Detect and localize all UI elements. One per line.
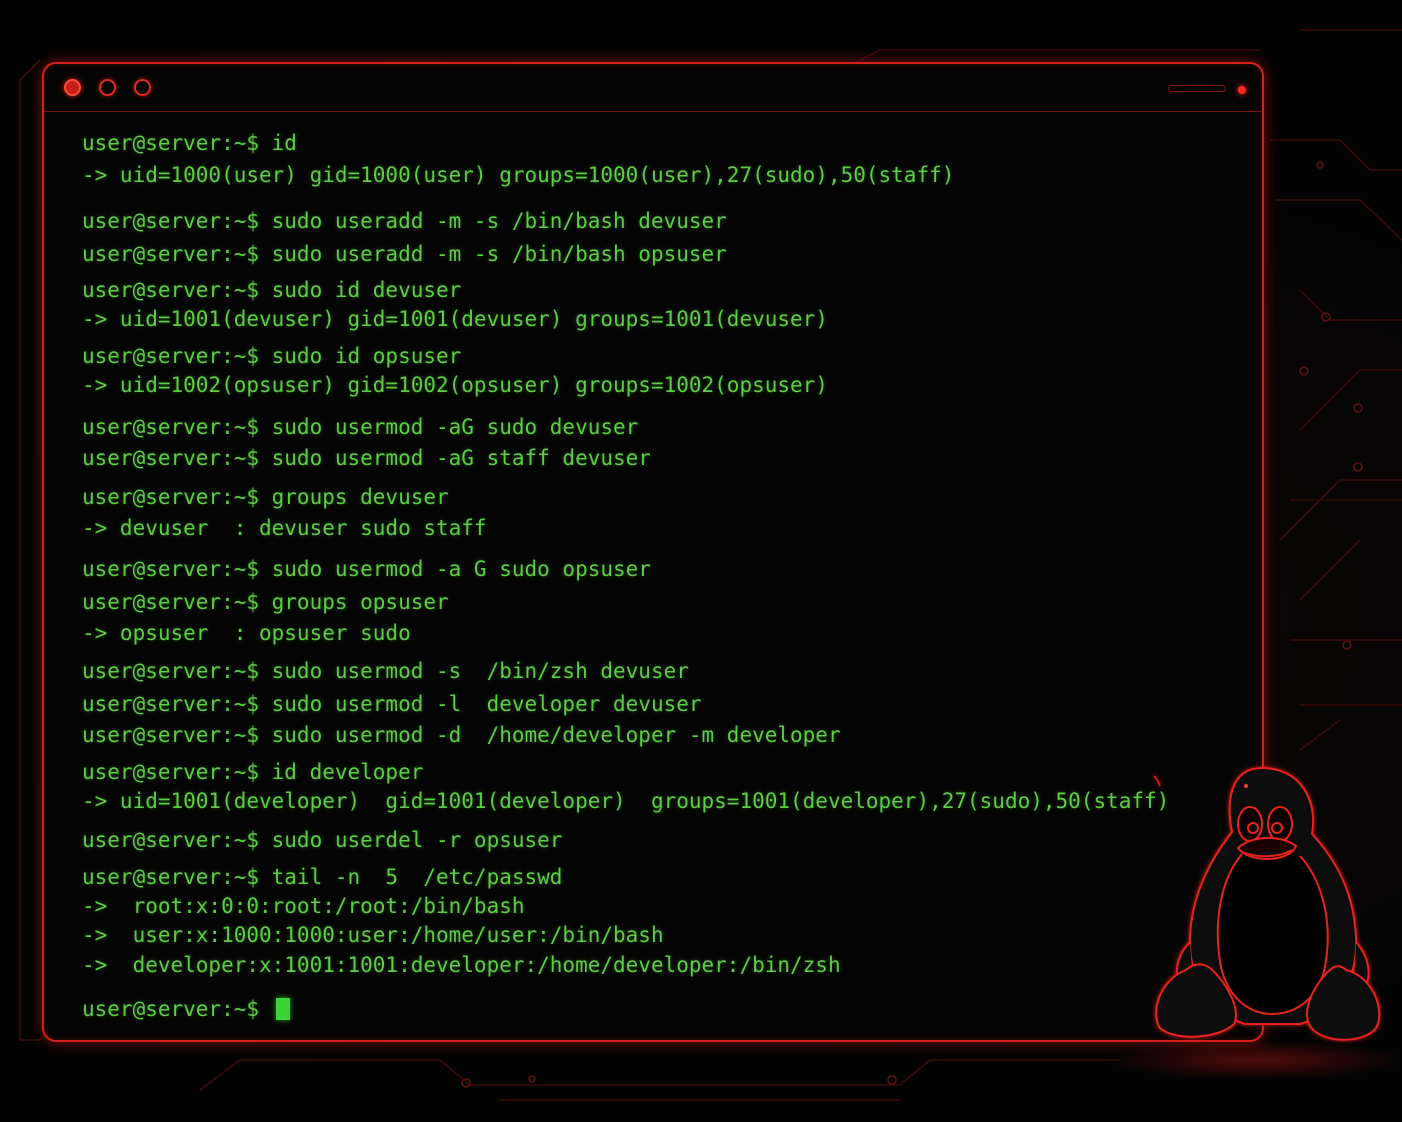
terminal-line: -> root:x:0:0:root:/root:/bin/bash: [82, 894, 525, 918]
terminal-line: user@server:~$ sudo usermod -d /home/dev…: [82, 723, 841, 747]
terminal-line: user@server:~$ id: [82, 131, 297, 155]
cursor-block: [276, 998, 291, 1020]
terminal-line: user@server:~$ sudo useradd -m -s /bin/b…: [82, 209, 727, 233]
terminal-line: user@server:~$ sudo userdel -r opsuser: [82, 828, 563, 852]
terminal-line: -> uid=1001(devuser) gid=1001(devuser) g…: [82, 307, 828, 331]
terminal-output[interactable]: user@server:~$ id -> uid=1000(user) gid=…: [82, 130, 1222, 1030]
title-bar[interactable]: [44, 64, 1262, 112]
terminal-line: -> opsuser : opsuser sudo: [82, 621, 411, 645]
linux-tux-penguin-icon: [1153, 766, 1381, 1041]
terminal-line: user@server:~$ id developer: [82, 760, 424, 784]
terminal-line: user@server:~$ sudo useradd -m -s /bin/b…: [82, 242, 727, 266]
terminal-line: -> uid=1002(opsuser) gid=1002(opsuser) g…: [82, 373, 828, 397]
desktop-background: user@server:~$ id -> uid=1000(user) gid=…: [0, 0, 1402, 1122]
terminal-line: user@server:~$ sudo usermod -l developer…: [82, 692, 702, 716]
terminal-window[interactable]: user@server:~$ id -> uid=1000(user) gid=…: [42, 62, 1264, 1042]
terminal-line: -> developer:x:1001:1001:developer:/home…: [82, 953, 841, 977]
terminal-line: user@server:~$ sudo usermod -aG staff de…: [82, 446, 651, 470]
close-icon[interactable]: [64, 79, 81, 96]
prompt-text: user@server:~$: [82, 997, 260, 1021]
status-dot-icon: [1238, 86, 1246, 94]
terminal-line: user@server:~$ groups devuser: [82, 485, 449, 509]
minimize-icon[interactable]: [99, 79, 116, 96]
prompt-line[interactable]: user@server:~$: [82, 996, 291, 1022]
terminal-line: -> user:x:1000:1000:user:/home/user:/bin…: [82, 923, 664, 947]
terminal-line: -> uid=1001(developer) gid=1001(develope…: [82, 789, 1170, 813]
terminal-line: user@server:~$ sudo usermod -s /bin/zsh …: [82, 659, 689, 683]
title-bar-slot-decoration: [1168, 85, 1226, 92]
terminal-line: user@server:~$ tail -n 5 /etc/passwd: [82, 865, 563, 889]
terminal-line: -> uid=1000(user) gid=1000(user) groups=…: [82, 163, 955, 187]
terminal-line: user@server:~$ sudo id opsuser: [82, 344, 462, 368]
terminal-line: user@server:~$ sudo id devuser: [82, 278, 462, 302]
terminal-line: user@server:~$ sudo usermod -a G sudo op…: [82, 557, 651, 581]
terminal-line: user@server:~$ groups opsuser: [82, 590, 449, 614]
maximize-icon[interactable]: [134, 79, 151, 96]
terminal-line: -> devuser : devuser sudo staff: [82, 516, 487, 540]
terminal-line: user@server:~$ sudo usermod -aG sudo dev…: [82, 415, 639, 439]
